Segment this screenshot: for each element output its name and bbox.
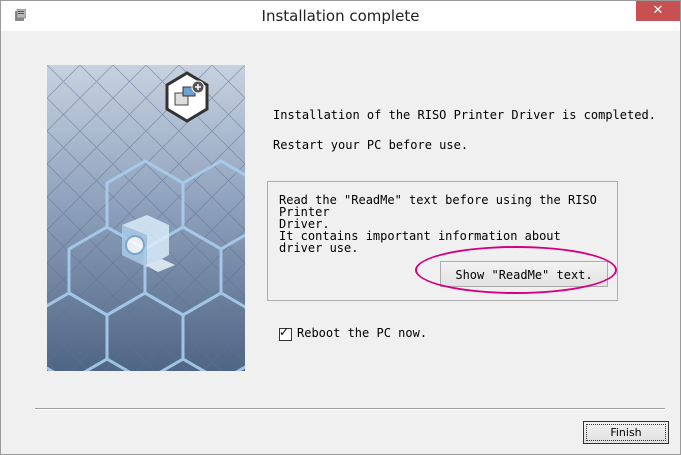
close-button[interactable]: ✕ bbox=[636, 1, 680, 21]
reboot-checkbox[interactable]: ✓ bbox=[279, 325, 292, 341]
readme-line-1: Read the "ReadMe" text before using the … bbox=[279, 193, 597, 219]
printer-install-illustration bbox=[47, 65, 245, 371]
installer-dialog: Installation complete ✕ Installation of … bbox=[0, 0, 681, 455]
finish-button[interactable]: Finish bbox=[583, 421, 669, 444]
title-bar: Installation complete ✕ bbox=[1, 1, 680, 31]
checkmark-icon: ✓ bbox=[279, 325, 290, 339]
highlight-ellipse bbox=[415, 246, 617, 294]
readme-instructions: Read the "ReadMe" text before using the … bbox=[279, 194, 609, 254]
reboot-label[interactable]: Reboot the PC now. bbox=[297, 326, 427, 340]
footer-divider bbox=[35, 408, 665, 410]
close-icon: ✕ bbox=[652, 3, 664, 18]
focus-rectangle bbox=[586, 424, 666, 441]
install-complete-message: Installation of the RISO Printer Driver … bbox=[273, 108, 656, 122]
window-title: Installation complete bbox=[261, 7, 420, 25]
restart-message: Restart your PC before use. bbox=[273, 138, 469, 152]
